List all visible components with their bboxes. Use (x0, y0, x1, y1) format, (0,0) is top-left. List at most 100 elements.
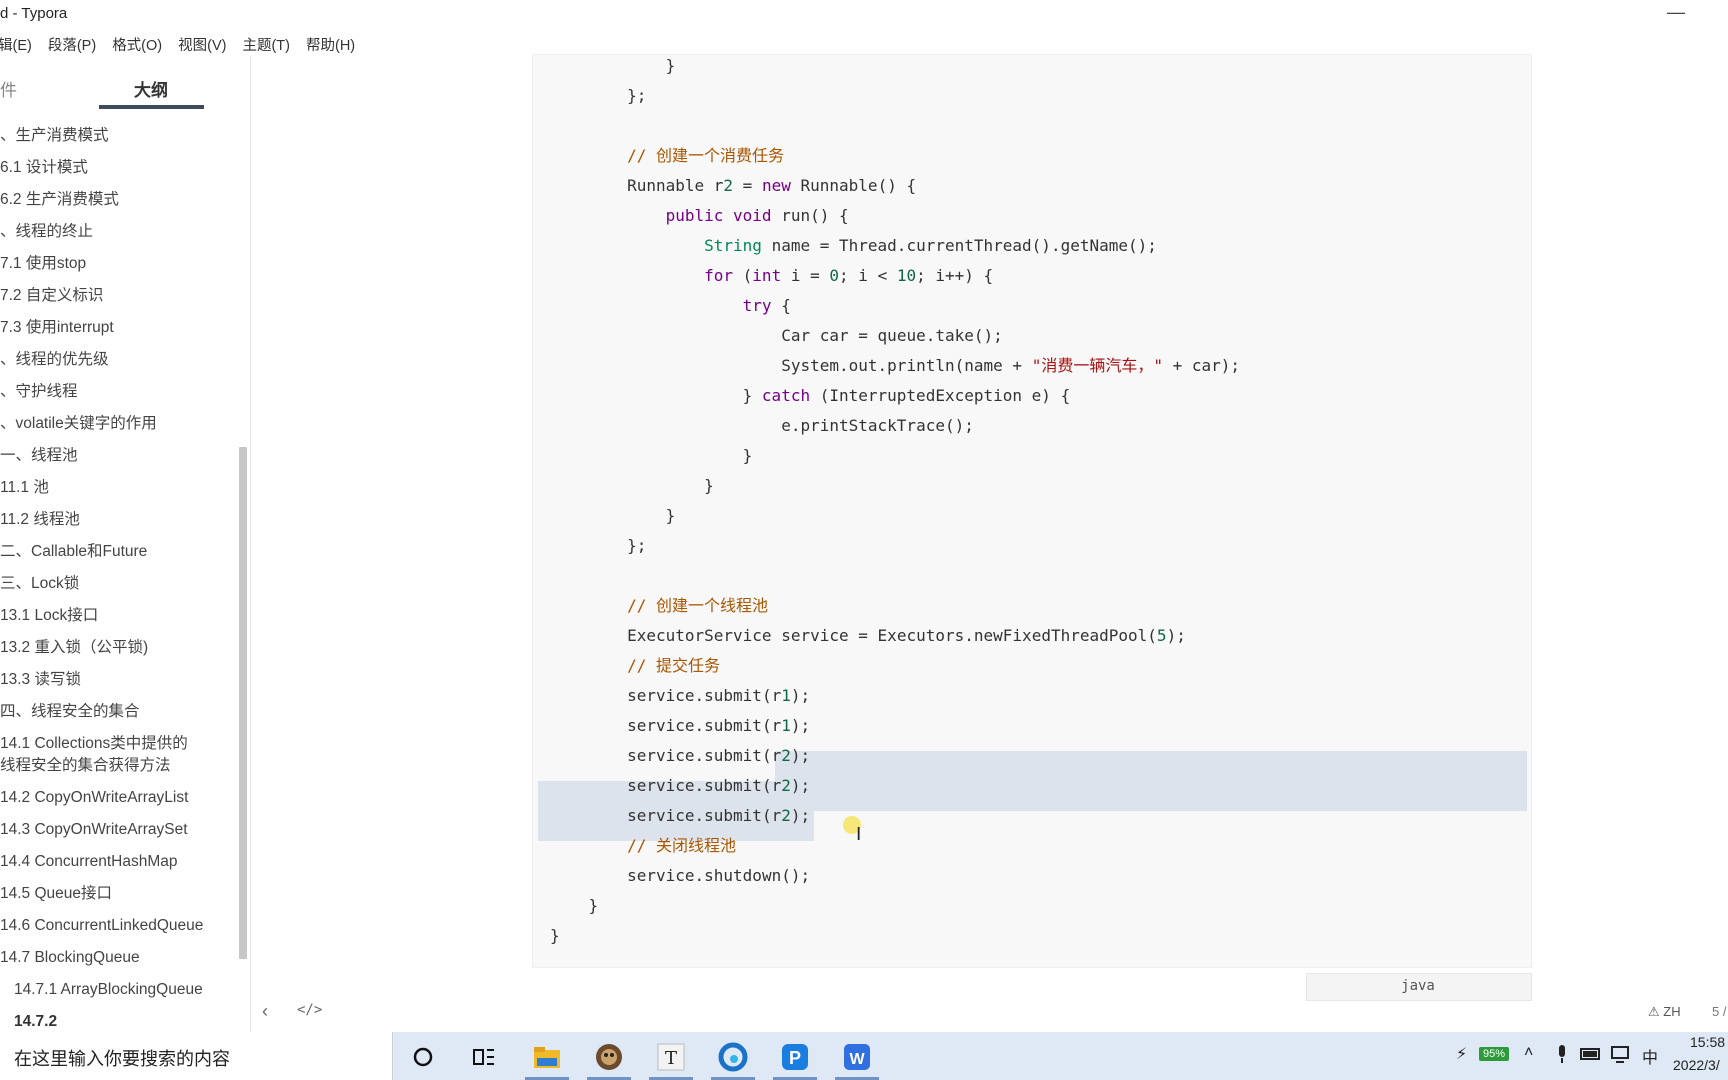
pdf-app-icon[interactable]: P (777, 1040, 813, 1074)
outline-item[interactable]: 14.7.1 ArrayBlockingQueue (14, 980, 203, 1000)
code-line[interactable]: String name = Thread.currentThread().get… (550, 236, 1157, 256)
outline-item[interactable]: 14.5 Queue接口 (0, 884, 112, 904)
outline-item[interactable]: 13.2 重入锁（公平锁) (0, 638, 148, 658)
wps-icon[interactable]: W (839, 1040, 875, 1074)
menu-theme[interactable]: 主题(T) (234, 30, 298, 56)
microphone-icon[interactable] (1555, 1044, 1569, 1069)
text-selection (775, 751, 1527, 781)
menu-bar: 辑(E) 段落(P) 格式(O) 视图(V) 主题(T) 帮助(H) (0, 30, 363, 56)
outline-item[interactable]: 线程安全的集合获得方法 (0, 756, 171, 776)
menu-help[interactable]: 帮助(H) (298, 30, 363, 56)
window-title: d - Typora (0, 5, 68, 22)
power-plug-icon[interactable]: ⚡ (1456, 1044, 1467, 1064)
outline-item[interactable]: 、线程的优先级 (0, 350, 109, 370)
network-icon[interactable] (1610, 1044, 1632, 1069)
code-line[interactable]: } (550, 926, 560, 946)
sidebar: 件 大纲 、生产消费模式 6.1 设计模式 6.2 生产消费模式 、线程的终止 … (0, 56, 251, 1032)
code-line[interactable]: } (550, 896, 599, 916)
outline-item[interactable]: 14.1 Collections类中提供的 (0, 734, 188, 754)
outline-item[interactable]: 6.2 生产消费模式 (0, 190, 119, 210)
clock-time[interactable]: 15:58 (1690, 1034, 1725, 1050)
outline-item[interactable]: 、生产消费模式 (0, 126, 109, 146)
code-line[interactable]: service.submit(r1); (550, 716, 810, 736)
code-line[interactable]: service.shutdown(); (550, 866, 810, 886)
typora-icon[interactable]: T (653, 1040, 689, 1074)
outline-item[interactable]: 14.4 ConcurrentHashMap (0, 852, 178, 872)
svg-text:P: P (789, 1048, 801, 1068)
code-line[interactable]: ExecutorService service = Executors.newF… (550, 626, 1186, 646)
code-line[interactable]: Runnable r2 = new Runnable() { (550, 176, 916, 196)
code-line[interactable]: public void run() { (550, 206, 849, 226)
outline-item[interactable]: 四、线程安全的集合 (0, 702, 140, 722)
outline-item[interactable]: 7.2 自定义标识 (0, 286, 103, 306)
code-line[interactable]: e.printStackTrace(); (550, 416, 974, 436)
code-line[interactable]: for (int i = 0; i < 10; i++) { (550, 266, 993, 286)
code-line[interactable]: service.submit(r2); (550, 806, 810, 826)
outline-item[interactable]: 13.1 Lock接口 (0, 606, 98, 626)
svg-text:W: W (849, 1051, 865, 1068)
file-explorer-icon[interactable] (529, 1040, 565, 1074)
outline-item[interactable]: 13.3 读写锁 (0, 670, 81, 690)
title-bar (0, 0, 1728, 28)
menu-view[interactable]: 视图(V) (170, 30, 234, 56)
chevron-up-icon[interactable]: ˄ (1524, 1044, 1533, 1062)
ime-indicator[interactable]: 中 (1642, 1044, 1658, 1068)
outline-item[interactable]: 、线程的终止 (0, 222, 93, 242)
outline-item[interactable]: 三、Lock锁 (0, 574, 79, 594)
outline-item[interactable]: 一、线程池 (0, 446, 78, 466)
outline-item[interactable]: 7.1 使用stop (0, 254, 86, 274)
outline-item[interactable]: 14.7 BlockingQueue (0, 948, 140, 968)
code-line[interactable]: }; (550, 86, 646, 106)
cortana-icon[interactable] (405, 1040, 441, 1074)
outline-item[interactable]: 6.1 设计模式 (0, 158, 88, 178)
status-word-count[interactable]: 5 / (1712, 1004, 1726, 1019)
outline-item[interactable]: 11.2 线程池 (0, 510, 80, 530)
game-app-icon[interactable] (591, 1040, 627, 1074)
menu-edit[interactable]: 辑(E) (0, 30, 40, 56)
code-line[interactable]: service.submit(r2); (550, 776, 810, 796)
code-line[interactable]: } (550, 476, 714, 496)
code-language-label[interactable]: java (1306, 978, 1530, 994)
task-view-icon[interactable] (466, 1040, 502, 1074)
code-line[interactable]: service.submit(r1); (550, 686, 810, 706)
active-tab-indicator (99, 105, 204, 109)
edge-icon[interactable] (715, 1040, 751, 1074)
status-warning-icon[interactable]: ⚠ ZH (1648, 1004, 1681, 1020)
battery-icon[interactable] (1580, 1044, 1602, 1069)
code-line[interactable]: // 创建一个线程池 (550, 596, 768, 616)
svg-text:T: T (665, 1048, 677, 1069)
outline-item[interactable]: 14.6 ConcurrentLinkedQueue (0, 916, 203, 936)
outline-item[interactable]: 14.3 CopyOnWriteArraySet (0, 820, 188, 840)
battery-level[interactable]: 95% (1479, 1047, 1510, 1061)
code-line[interactable]: } (550, 446, 753, 466)
code-line[interactable]: } catch (InterruptedException e) { (550, 386, 1071, 406)
menu-paragraph[interactable]: 段落(P) (40, 30, 104, 56)
tab-outline[interactable]: 大纲 (134, 76, 168, 101)
source-mode-icon[interactable]: </> (297, 1002, 322, 1018)
code-line[interactable]: // 创建一个消费任务 (550, 146, 784, 166)
ibeam-cursor-icon: I (856, 824, 862, 845)
minimize-button[interactable]: — (1664, 0, 1688, 26)
outline-item[interactable]: 、守护线程 (0, 382, 78, 402)
code-line[interactable]: }; (550, 536, 646, 556)
outline-item[interactable]: 、volatile关键字的作用 (0, 414, 157, 434)
code-line[interactable]: Car car = queue.take(); (550, 326, 1003, 346)
outline-item[interactable]: 二、Callable和Future (0, 542, 147, 562)
taskbar-search-text[interactable]: 在这里输入你要搜索的内容 (14, 1045, 230, 1071)
code-line[interactable]: // 提交任务 (550, 656, 720, 676)
outline-item-active[interactable]: 14.7.2 (14, 1012, 57, 1032)
code-line[interactable]: System.out.println(name + "消费一辆汽车，" + ca… (550, 356, 1240, 376)
code-line[interactable]: try { (550, 296, 791, 316)
code-line[interactable]: } (550, 56, 676, 76)
code-line[interactable]: // 关闭线程池 (550, 836, 736, 856)
code-line[interactable]: service.submit(r2); (550, 746, 810, 766)
sidebar-scrollbar[interactable] (239, 447, 247, 959)
collapse-sidebar-icon[interactable]: ‹ (262, 1001, 268, 1022)
outline-item[interactable]: 7.3 使用interrupt (0, 318, 114, 338)
tab-files[interactable]: 件 (0, 76, 17, 101)
clock-date[interactable]: 2022/3/ (1673, 1057, 1720, 1073)
menu-format[interactable]: 格式(O) (104, 30, 170, 56)
outline-item[interactable]: 11.1 池 (0, 478, 49, 498)
code-line[interactable]: } (550, 506, 676, 526)
outline-item[interactable]: 14.2 CopyOnWriteArrayList (0, 788, 188, 808)
